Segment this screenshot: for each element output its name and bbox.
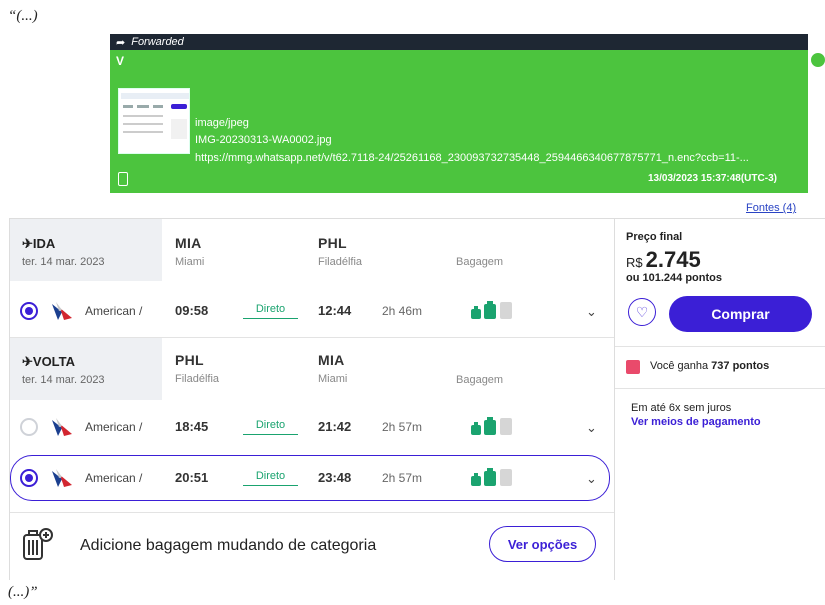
ida-origin-city: Miami xyxy=(175,256,205,268)
quote-close: (...)” xyxy=(8,584,38,600)
forwarded-header: ➦ Forwarded xyxy=(110,34,808,50)
section-divider xyxy=(10,512,614,513)
radio-selected[interactable] xyxy=(20,302,38,320)
volta-dest-city: Miami xyxy=(318,373,348,385)
final-price-label: Preço final xyxy=(626,231,683,243)
american-airlines-logo xyxy=(50,416,74,438)
ida-label: ✈IDA xyxy=(22,236,56,251)
ver-opcoes-button[interactable]: Ver opções xyxy=(489,526,596,562)
ida-dest-city: Filadélfia xyxy=(318,256,363,268)
arrival-time: 23:48 xyxy=(318,470,352,485)
arrival-time: 12:44 xyxy=(318,303,352,318)
attachment-url[interactable]: https://mmg.whatsapp.net/v/t62.7118-24/2… xyxy=(195,152,795,164)
avatar-icon xyxy=(810,52,825,68)
american-airlines-logo xyxy=(50,467,74,489)
forward-arrow-icon: ➦ xyxy=(116,36,126,49)
airline-name: American / xyxy=(85,471,143,485)
baggage-icons xyxy=(470,415,518,437)
panel-divider xyxy=(615,388,825,389)
phone-icon xyxy=(118,172,128,186)
arrival-time: 21:42 xyxy=(318,419,352,434)
flight-duration: 2h 46m xyxy=(382,304,423,318)
forwarded-label: Forwarded xyxy=(131,36,184,48)
airline-name: American / xyxy=(85,304,143,318)
panel-divider xyxy=(615,346,825,347)
volta-date: ter. 14 mar. 2023 xyxy=(22,374,105,386)
sender-name: V xyxy=(116,54,125,68)
departure-time: 20:51 xyxy=(175,470,209,485)
ida-origin-code: MIA xyxy=(175,235,202,251)
earn-prefix: Você ganha xyxy=(650,360,712,372)
chevron-down-icon[interactable]: ⌄ xyxy=(586,304,597,320)
volta-dest-code: MIA xyxy=(318,352,345,368)
points-icon xyxy=(626,360,640,374)
thumbnail-graphic xyxy=(121,93,189,139)
baggage-icons xyxy=(470,466,518,488)
baggage-cta-text: Adicione bagagem mudando de categoria xyxy=(80,537,377,554)
departure-time: 18:45 xyxy=(175,419,209,434)
price-display: R$ 2.745 xyxy=(626,247,701,273)
comprar-button[interactable]: Comprar xyxy=(669,296,812,332)
price-value: 2.745 xyxy=(645,247,701,272)
add-luggage-icon xyxy=(20,527,62,563)
attachment-filename: IMG-20230313-WA0002.jpg xyxy=(195,134,332,146)
quote-open: “(...) xyxy=(8,8,38,24)
american-airlines-logo xyxy=(50,300,74,322)
volta-baggage-header: Bagagem xyxy=(456,374,504,386)
ida-baggage-header: Bagagem xyxy=(456,256,504,268)
ida-date: ter. 14 mar. 2023 xyxy=(22,256,105,268)
volta-label: ✈VOLTA xyxy=(22,354,76,369)
heart-icon[interactable]: ♡ xyxy=(628,298,656,326)
price-points: ou 101.244 pontos xyxy=(626,272,722,284)
fontes-link[interactable]: Fontes (4) xyxy=(746,202,796,214)
departure-time: 09:58 xyxy=(175,303,209,318)
baggage-icons xyxy=(470,299,518,321)
attachment-mime: image/jpeg xyxy=(195,117,249,129)
payment-methods-link[interactable]: Ver meios de pagamento xyxy=(631,416,761,428)
chevron-down-icon[interactable]: ⌄ xyxy=(586,420,597,436)
installments-text: Em até 6x sem juros xyxy=(631,402,732,414)
flight-duration: 2h 57m xyxy=(382,471,423,485)
direct-badge: Direto xyxy=(243,303,298,319)
earn-points-value: 737 pontos xyxy=(711,360,770,372)
volta-origin-code: PHL xyxy=(175,352,204,368)
ida-dest-code: PHL xyxy=(318,235,347,251)
image-thumbnail[interactable] xyxy=(118,88,190,154)
direct-badge: Direto xyxy=(243,470,298,486)
price-currency: R$ xyxy=(626,255,643,270)
earn-points: Você ganha 737 pontos xyxy=(650,360,769,372)
volta-origin-city: Filadélfia xyxy=(175,373,220,385)
radio-unselected[interactable] xyxy=(20,418,38,436)
direct-badge: Direto xyxy=(243,419,298,435)
flight-duration: 2h 57m xyxy=(382,420,423,434)
radio-selected[interactable] xyxy=(20,469,38,487)
airline-name: American / xyxy=(85,420,143,434)
chevron-down-icon[interactable]: ⌄ xyxy=(586,471,597,487)
message-timestamp: 13/03/2023 15:37:48(UTC-3) xyxy=(648,173,777,184)
